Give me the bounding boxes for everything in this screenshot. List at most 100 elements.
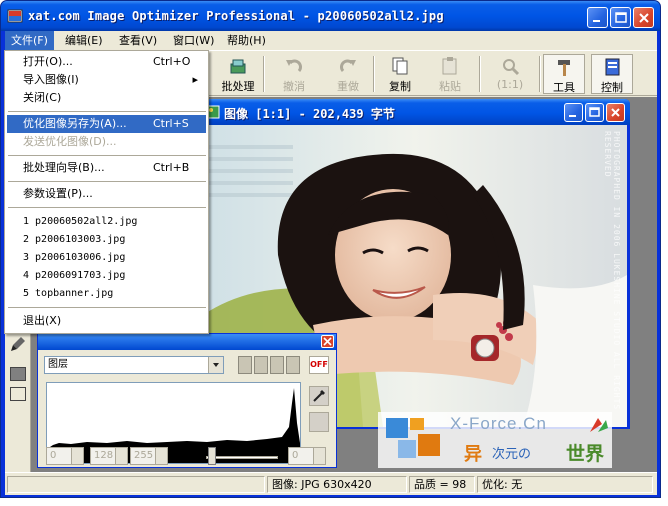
recent-file-item[interactable]: 4 p2006091703.jpg bbox=[7, 267, 206, 285]
logo-fan-icon bbox=[590, 418, 608, 432]
copy-label: 复制 bbox=[389, 80, 411, 93]
menu-separator bbox=[8, 155, 206, 156]
batch-button[interactable]: 批处理 bbox=[217, 54, 259, 94]
logo-top-text: X-Force.Cn bbox=[450, 414, 547, 433]
image-window-titlebar[interactable]: 图像 [1:1] - 202,439 字节 bbox=[200, 99, 630, 125]
color-sample-button[interactable] bbox=[309, 412, 329, 432]
menu-edit[interactable]: 编辑(E) bbox=[59, 31, 109, 51]
balance-slider[interactable] bbox=[206, 456, 278, 459]
menu-view[interactable]: 查看(V) bbox=[113, 31, 163, 51]
menu-close[interactable]: 关闭(C) bbox=[7, 89, 206, 107]
levels-close-button[interactable] bbox=[321, 335, 334, 348]
levels-off-button[interactable]: OFF bbox=[309, 356, 329, 374]
recent-file-item[interactable]: 2 p2006103003.jpg bbox=[7, 231, 206, 249]
status-optimize: 优化: 无 bbox=[477, 476, 653, 493]
menu-open[interactable]: 打开(O)... Ctrl+O bbox=[7, 53, 206, 71]
close-button[interactable] bbox=[633, 7, 654, 28]
channel-chip[interactable] bbox=[254, 356, 268, 374]
recent-file-label: 5 topbanner.jpg bbox=[23, 288, 114, 299]
paste-button[interactable]: 粘贴 bbox=[429, 54, 471, 94]
minimize-button[interactable] bbox=[587, 7, 608, 28]
channel-select[interactable]: 图层 bbox=[44, 356, 224, 374]
copy-button[interactable]: 复制 bbox=[379, 54, 421, 94]
balance-slider-thumb[interactable] bbox=[208, 447, 216, 465]
eyedropper-icon bbox=[313, 390, 325, 402]
logo-blocks-icon bbox=[386, 418, 440, 458]
menu-batch-wizard[interactable]: 批处理向导(B)... Ctrl+B bbox=[7, 159, 206, 177]
menu-file[interactable]: 文件(F) bbox=[5, 31, 54, 51]
menu-import-label: 导入图像(I) bbox=[23, 73, 79, 86]
file-menu-dropdown: 打开(O)... Ctrl+O 导入图像(I) ▸ 关闭(C) 优化图像另存为(… bbox=[4, 50, 209, 334]
window-title: xat.com Image Optimizer Professional - p… bbox=[28, 9, 444, 23]
menu-help[interactable]: 帮助(H) bbox=[221, 31, 272, 51]
foreground-color-swatch[interactable] bbox=[10, 367, 26, 381]
menu-close-label: 关闭(C) bbox=[23, 91, 62, 104]
menu-save-optimized-shortcut: Ctrl+S bbox=[153, 117, 189, 130]
redo-button[interactable]: 重做 bbox=[327, 54, 369, 94]
maximize-button[interactable] bbox=[610, 7, 631, 28]
levels-panel: 图层 OFF 0 128 255 均衡 0 bbox=[37, 333, 337, 468]
levels-controls: 0 128 255 均衡 0 bbox=[38, 441, 336, 467]
image-close-button[interactable] bbox=[606, 103, 625, 122]
recent-file-label: 2 p2006103003.jpg bbox=[23, 234, 126, 245]
menu-import[interactable]: 导入图像(I) ▸ bbox=[7, 71, 206, 89]
background-color-swatch[interactable] bbox=[10, 387, 26, 401]
toolbar-separator bbox=[373, 56, 375, 92]
eyedropper-button[interactable] bbox=[309, 386, 329, 406]
input-black-spinner[interactable]: 0 bbox=[46, 447, 84, 465]
undo-button[interactable]: 撤消 bbox=[273, 54, 315, 94]
undo-icon bbox=[286, 59, 302, 72]
menu-save-optimized[interactable]: 优化图像另存为(A)... Ctrl+S bbox=[7, 115, 206, 133]
input-gamma-spinner[interactable]: 128 bbox=[90, 447, 128, 465]
control-button[interactable]: 控制 bbox=[591, 54, 633, 94]
image-maximize-button[interactable] bbox=[585, 103, 604, 122]
recent-file-item[interactable]: 5 topbanner.jpg bbox=[7, 285, 206, 303]
menu-send-optimized[interactable]: 发送优化图像(D)... bbox=[7, 133, 206, 151]
zoom-label: (1:1) bbox=[496, 78, 524, 91]
close-icon bbox=[323, 337, 332, 346]
status-bar: 图像: JPG 630x420 品质 = 98 优化: 无 bbox=[5, 472, 657, 495]
title-bar[interactable]: xat.com Image Optimizer Professional - p… bbox=[1, 1, 660, 31]
levels-titlebar[interactable] bbox=[38, 334, 336, 350]
channel-chip[interactable] bbox=[238, 356, 252, 374]
menu-separator bbox=[8, 111, 206, 112]
image-minimize-button[interactable] bbox=[564, 103, 583, 122]
tools-button[interactable]: 工具 bbox=[543, 54, 585, 94]
menu-window[interactable]: 窗口(W) bbox=[167, 31, 220, 51]
zoom-button[interactable]: (1:1) bbox=[489, 54, 531, 94]
app-icon bbox=[7, 9, 23, 23]
logo-world-text: 世界 bbox=[566, 443, 605, 465]
minimize-icon bbox=[569, 115, 576, 117]
undo-label: 撤消 bbox=[283, 80, 305, 93]
recent-file-item[interactable]: 3 p2006103006.jpg bbox=[7, 249, 206, 267]
redo-icon bbox=[340, 59, 356, 72]
chevron-down-icon bbox=[208, 357, 223, 373]
tools-label: 工具 bbox=[553, 81, 575, 94]
submenu-arrow-icon: ▸ bbox=[192, 73, 198, 86]
channel-chip[interactable] bbox=[286, 356, 300, 374]
menu-save-optimized-label: 优化图像另存为(A)... bbox=[23, 117, 127, 130]
recent-file-label: 4 p2006091703.jpg bbox=[23, 270, 126, 281]
recent-file-item[interactable]: 1 p20060502all2.jpg bbox=[7, 213, 206, 231]
control-icon bbox=[605, 58, 620, 76]
spinner-arrows-icon bbox=[313, 448, 325, 464]
copy-icon bbox=[392, 57, 408, 75]
input-white-value: 255 bbox=[134, 450, 154, 461]
zoom-icon bbox=[503, 59, 520, 76]
logo-middle-text: 次元の bbox=[492, 447, 532, 462]
balance-value: 0 bbox=[292, 450, 299, 461]
toolbar-separator bbox=[263, 56, 265, 92]
menu-bar: 文件(F) 编辑(E) 查看(V) 窗口(W) 帮助(H) bbox=[5, 31, 657, 51]
channel-chip[interactable] bbox=[270, 356, 284, 374]
spinner-arrows-icon bbox=[115, 448, 127, 464]
batch-icon bbox=[230, 59, 246, 74]
balance-spinner[interactable]: 0 bbox=[288, 447, 326, 465]
menu-open-shortcut: Ctrl+O bbox=[153, 55, 191, 68]
status-image-info: 图像: JPG 630x420 bbox=[267, 476, 407, 493]
minimize-icon bbox=[593, 20, 600, 22]
brush-icon[interactable] bbox=[9, 335, 27, 353]
menu-exit[interactable]: 退出(X) bbox=[7, 312, 206, 330]
menu-preferences[interactable]: 参数设置(P)... bbox=[7, 185, 206, 203]
input-white-spinner[interactable]: 255 bbox=[130, 447, 168, 465]
maximize-icon bbox=[615, 12, 627, 23]
